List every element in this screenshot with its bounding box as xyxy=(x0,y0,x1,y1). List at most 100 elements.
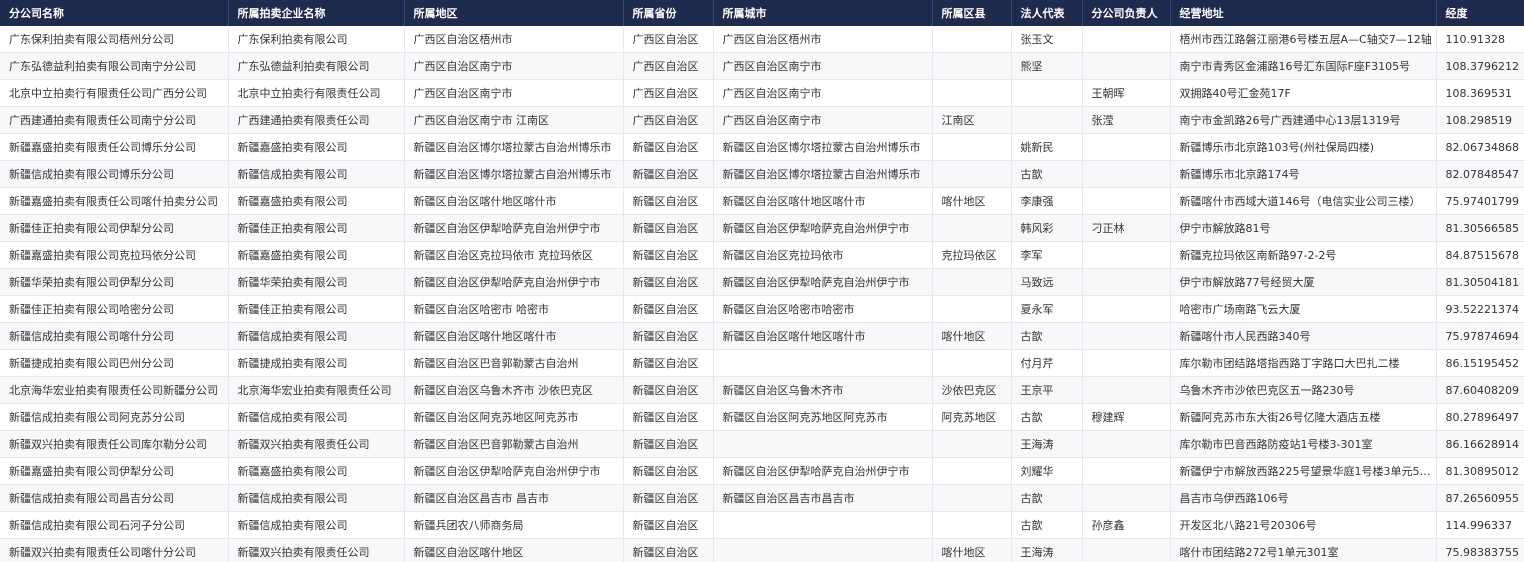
branch-name-cell: 北京海华宏业拍卖有限责任公司新疆分公司 xyxy=(0,376,229,404)
legal-rep-cell: 付月芹 xyxy=(1011,349,1083,377)
city-cell: 新疆区自治区阿克苏地区阿克苏市 xyxy=(713,403,933,431)
branch-name-cell: 新疆嘉盛拍卖有限责任公司喀什拍卖分公司 xyxy=(0,187,229,215)
city-cell xyxy=(713,430,933,458)
table-row[interactable]: 新疆信成拍卖有限公司石河子分公司 新疆信成拍卖有限公司 新疆兵团农八师商务局 新疆区自… xyxy=(0,511,1524,539)
longitude-cell: 110.91328 xyxy=(1436,26,1524,53)
province-cell: 新疆区自治区 xyxy=(623,457,714,485)
province-cell: 新疆区自治区 xyxy=(623,241,714,269)
longitude-cell: 81.30504181 xyxy=(1436,268,1524,296)
longitude-cell: 75.97874694 xyxy=(1436,322,1524,350)
branch-manager-cell xyxy=(1082,160,1171,188)
legal-rep-cell: 古歆 xyxy=(1011,160,1083,188)
table-row[interactable]: 北京中立拍卖行有限责任公司广西分公司 北京中立拍卖行有限责任公司 广西区自治区南宁市… xyxy=(0,79,1524,107)
column-header-city[interactable]: 所属城市 xyxy=(713,0,933,26)
region-cell: 广西区自治区南宁市 江南区 xyxy=(404,106,624,134)
longitude-cell: 86.15195452 xyxy=(1436,349,1524,377)
parent-company-cell: 新疆嘉盛拍卖有限公司 xyxy=(228,457,405,485)
province-cell: 新疆区自治区 xyxy=(623,349,714,377)
table-row[interactable]: 新疆双兴拍卖有限责任公司喀什分公司 新疆双兴拍卖有限责任公司 新疆区自治区喀什地区新… xyxy=(0,538,1524,562)
province-cell: 广西区自治区 xyxy=(623,106,714,134)
column-header-province[interactable]: 所属省份 xyxy=(623,0,714,26)
longitude-cell: 93.52221374 xyxy=(1436,295,1524,323)
table-row[interactable]: 广东保利拍卖有限公司梧州分公司 广东保利拍卖有限公司 广西区自治区梧州市 广西区自治区… xyxy=(0,26,1524,53)
column-header-parent-company[interactable]: 所属拍卖企业名称 xyxy=(228,0,405,26)
column-header-region[interactable]: 所属地区 xyxy=(404,0,624,26)
column-header-address[interactable]: 经营地址 xyxy=(1170,0,1437,26)
table-row[interactable]: 新疆信成拍卖有限公司昌吉分公司 新疆信成拍卖有限公司 新疆区自治区昌吉市 昌吉市 新疆… xyxy=(0,484,1524,512)
district-cell: 江南区 xyxy=(932,106,1012,134)
parent-company-cell: 新疆信成拍卖有限公司 xyxy=(228,484,405,512)
table-row[interactable]: 新疆信成拍卖有限公司阿克苏分公司 新疆信成拍卖有限公司 新疆区自治区阿克苏地区阿克苏… xyxy=(0,403,1524,431)
region-cell: 新疆区自治区巴音郭勒蒙古自治州 xyxy=(404,430,624,458)
longitude-cell: 86.16628914 xyxy=(1436,430,1524,458)
address-cell: 南宁市金凯路26号广西建通中心13层1319号 xyxy=(1170,106,1437,134)
header-row: 分公司名称 所属拍卖企业名称 所属地区 所属省份 所属城市 所属区县 法人代表 … xyxy=(0,0,1524,26)
city-cell: 新疆区自治区喀什地区喀什市 xyxy=(713,187,933,215)
province-cell: 新疆区自治区 xyxy=(623,511,714,539)
branch-name-cell: 广东保利拍卖有限公司梧州分公司 xyxy=(0,26,229,53)
region-cell: 新疆区自治区巴音郭勒蒙古自治州 xyxy=(404,349,624,377)
city-cell: 广西区自治区南宁市 xyxy=(713,52,933,80)
city-cell: 广西区自治区南宁市 xyxy=(713,106,933,134)
table-row[interactable]: 新疆嘉盛拍卖有限责任公司喀什拍卖分公司 新疆嘉盛拍卖有限公司 新疆区自治区喀什地区喀… xyxy=(0,187,1524,215)
table-row[interactable]: 北京海华宏业拍卖有限责任公司新疆分公司 北京海华宏业拍卖有限责任公司 新疆区自治区乌… xyxy=(0,376,1524,404)
column-header-legal-rep[interactable]: 法人代表 xyxy=(1011,0,1083,26)
branch-manager-cell xyxy=(1082,322,1171,350)
address-cell: 伊宁市解放路77号经贸大厦 xyxy=(1170,268,1437,296)
branch-manager-cell xyxy=(1082,457,1171,485)
table-row[interactable]: 新疆信成拍卖有限公司喀什分公司 新疆信成拍卖有限公司 新疆区自治区喀什地区喀什市 新疆… xyxy=(0,322,1524,350)
address-cell: 梧州市西江路磐江丽港6号楼五层A—C轴交7—12轴 xyxy=(1170,26,1437,53)
city-cell: 新疆区自治区伊犁哈萨克自治州伊宁市 xyxy=(713,214,933,242)
address-cell: 新疆博乐市北京路174号 xyxy=(1170,160,1437,188)
branch-name-cell: 新疆嘉盛拍卖有限公司伊犁分公司 xyxy=(0,457,229,485)
branch-manager-cell xyxy=(1082,376,1171,404)
table-row[interactable]: 新疆华荣拍卖有限公司伊犁分公司 新疆华荣拍卖有限公司 新疆区自治区伊犁哈萨克自治州伊… xyxy=(0,268,1524,296)
longitude-cell: 75.97401799 xyxy=(1436,187,1524,215)
region-cell: 广西区自治区南宁市 xyxy=(404,79,624,107)
province-cell: 新疆区自治区 xyxy=(623,160,714,188)
table-row[interactable]: 广东弘德益利拍卖有限公司南宁分公司 广东弘德益利拍卖有限公司 广西区自治区南宁市 广西… xyxy=(0,52,1524,80)
city-cell: 广西区自治区梧州市 xyxy=(713,26,933,53)
province-cell: 新疆区自治区 xyxy=(623,538,714,562)
branch-manager-cell: 穆建辉 xyxy=(1082,403,1171,431)
table-header: 分公司名称 所属拍卖企业名称 所属地区 所属省份 所属城市 所属区县 法人代表 … xyxy=(0,0,1524,26)
legal-rep-cell: 李康强 xyxy=(1011,187,1083,215)
legal-rep-cell xyxy=(1011,79,1083,107)
branch-name-cell: 广西建通拍卖有限责任公司南宁分公司 xyxy=(0,106,229,134)
branch-name-cell: 新疆华荣拍卖有限公司伊犁分公司 xyxy=(0,268,229,296)
branch-manager-cell xyxy=(1082,430,1171,458)
table-row[interactable]: 新疆信成拍卖有限公司博乐分公司 新疆信成拍卖有限公司 新疆区自治区博尔塔拉蒙古自治州… xyxy=(0,160,1524,188)
table-row[interactable]: 新疆佳正拍卖有限公司哈密分公司 新疆佳正拍卖有限公司 新疆区自治区哈密市 哈密市 新疆… xyxy=(0,295,1524,323)
branch-name-cell: 新疆捷成拍卖有限公司巴州分公司 xyxy=(0,349,229,377)
table-row[interactable]: 新疆佳正拍卖有限公司伊犁分公司 新疆佳正拍卖有限公司 新疆区自治区伊犁哈萨克自治州伊… xyxy=(0,214,1524,242)
address-cell: 库尔勒市巴音西路防疫站1号楼3-301室 xyxy=(1170,430,1437,458)
parent-company-cell: 新疆双兴拍卖有限责任公司 xyxy=(228,538,405,562)
district-cell xyxy=(932,295,1012,323)
parent-company-cell: 北京中立拍卖行有限责任公司 xyxy=(228,79,405,107)
parent-company-cell: 北京海华宏业拍卖有限责任公司 xyxy=(228,376,405,404)
branch-manager-cell: 孙彦鑫 xyxy=(1082,511,1171,539)
column-header-district[interactable]: 所属区县 xyxy=(932,0,1012,26)
region-cell: 新疆区自治区伊犁哈萨克自治州伊宁市 xyxy=(404,457,624,485)
table-row[interactable]: 广西建通拍卖有限责任公司南宁分公司 广西建通拍卖有限责任公司 广西区自治区南宁市 江… xyxy=(0,106,1524,134)
parent-company-cell: 广东弘德益利拍卖有限公司 xyxy=(228,52,405,80)
province-cell: 新疆区自治区 xyxy=(623,187,714,215)
district-cell xyxy=(932,484,1012,512)
longitude-cell: 80.27896497 xyxy=(1436,403,1524,431)
table-row[interactable]: 新疆嘉盛拍卖有限责任公司博乐分公司 新疆嘉盛拍卖有限公司 新疆区自治区博尔塔拉蒙古自… xyxy=(0,133,1524,161)
column-header-longitude[interactable]: 经度 xyxy=(1436,0,1524,26)
column-header-branch-manager[interactable]: 分公司负责人 xyxy=(1082,0,1171,26)
column-header-branch-name[interactable]: 分公司名称 xyxy=(0,0,229,26)
district-cell xyxy=(932,214,1012,242)
branch-manager-cell xyxy=(1082,26,1171,53)
branch-name-cell: 北京中立拍卖行有限责任公司广西分公司 xyxy=(0,79,229,107)
legal-rep-cell: 古歆 xyxy=(1011,322,1083,350)
parent-company-cell: 新疆信成拍卖有限公司 xyxy=(228,511,405,539)
table-row[interactable]: 新疆双兴拍卖有限责任公司库尔勒分公司 新疆双兴拍卖有限责任公司 新疆区自治区巴音郭勒… xyxy=(0,430,1524,458)
address-cell: 新疆克拉玛依区南新路97-2-2号 xyxy=(1170,241,1437,269)
table-row[interactable]: 新疆嘉盛拍卖有限公司克拉玛依分公司 新疆嘉盛拍卖有限公司 新疆区自治区克拉玛依市 克… xyxy=(0,241,1524,269)
table-row[interactable]: 新疆捷成拍卖有限公司巴州分公司 新疆捷成拍卖有限公司 新疆区自治区巴音郭勒蒙古自治州… xyxy=(0,349,1524,377)
table-row[interactable]: 新疆嘉盛拍卖有限公司伊犁分公司 新疆嘉盛拍卖有限公司 新疆区自治区伊犁哈萨克自治州伊… xyxy=(0,457,1524,485)
longitude-cell: 82.07848547 xyxy=(1436,160,1524,188)
city-cell: 新疆区自治区乌鲁木齐市 xyxy=(713,376,933,404)
